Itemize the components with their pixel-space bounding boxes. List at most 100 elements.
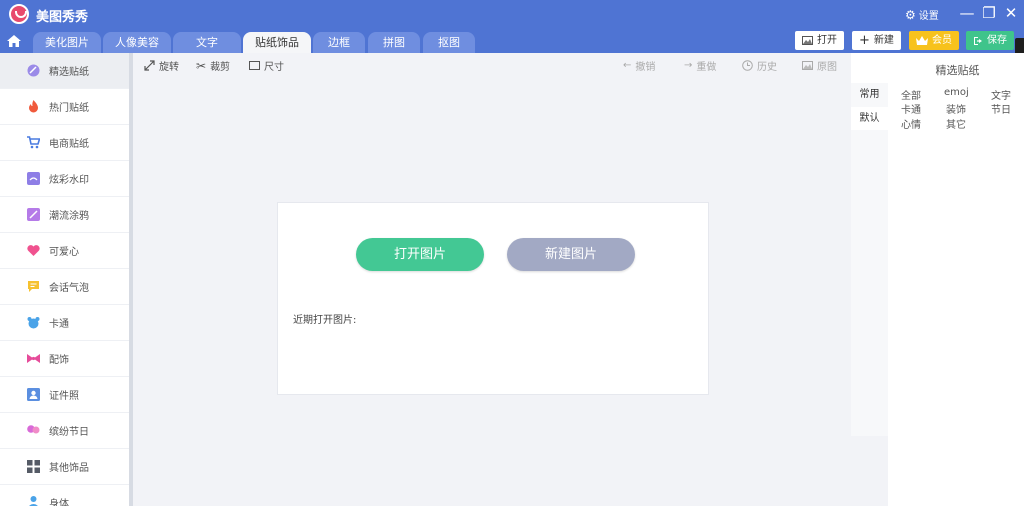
- redo-label: 重做: [696, 62, 717, 73]
- vip-label: 会员: [932, 35, 952, 46]
- plus-icon: +: [859, 33, 870, 48]
- app-logo-icon: [9, 4, 29, 24]
- sidebar-item-label: 配饰: [49, 355, 69, 366]
- history-label: 历史: [757, 62, 777, 73]
- undo-button[interactable]: ← 撤销: [623, 58, 655, 73]
- sidebar-item-graffiti[interactable]: 潮流涂鸦: [0, 197, 129, 233]
- clock-icon: [742, 60, 753, 71]
- vip-button[interactable]: 会员: [909, 31, 959, 50]
- arrow-left-icon: ←: [623, 60, 632, 71]
- sidebar-item-watermark[interactable]: 炫彩水印: [0, 161, 129, 197]
- resize-icon: [249, 61, 260, 70]
- right-panel-header: 精选贴纸: [851, 53, 1024, 83]
- new-label: 新建: [873, 35, 894, 46]
- sidebar-item-featured[interactable]: 精选贴纸: [0, 53, 129, 89]
- sidebar-item-label: 热门贴纸: [49, 103, 89, 114]
- size-button[interactable]: 尺寸: [249, 58, 284, 73]
- sidebar-item-label: 卡通: [49, 319, 69, 330]
- sidebar-item-label: 缤纷节日: [49, 427, 89, 438]
- sticker-category-sidebar: 精选贴纸 热门贴纸 电商贴纸 炫彩水印 潮流涂鸦 可爱心 会话气泡 卡通 配饰 …: [0, 53, 129, 506]
- tab-default[interactable]: 默认: [851, 107, 888, 130]
- brush-icon: [27, 208, 40, 221]
- tab-common[interactable]: 常用: [851, 83, 888, 106]
- sidebar-item-label: 身体: [49, 499, 69, 506]
- image-icon: [802, 61, 813, 70]
- heart-icon: [27, 245, 40, 256]
- settings-button[interactable]: ⚙ 设置: [905, 7, 939, 23]
- minimize-button[interactable]: —: [958, 3, 976, 23]
- tab-collage[interactable]: 拼图: [368, 32, 420, 53]
- crown-icon: [916, 36, 928, 45]
- tab-portrait[interactable]: 人像美容: [103, 32, 171, 53]
- original-label: 原图: [817, 62, 837, 73]
- start-card: 打开图片 新建图片 近期打开图片:: [277, 202, 709, 395]
- open-button[interactable]: 打开: [795, 31, 844, 50]
- sidebar-item-label: 证件照: [49, 391, 79, 402]
- category-emoji[interactable]: emoj: [944, 87, 969, 98]
- sidebar-item-cartoon[interactable]: 卡通: [0, 305, 129, 341]
- sidebar-item-hot[interactable]: 热门贴纸: [0, 89, 129, 125]
- edit-toolbar: 旋转 ✂ 裁剪 尺寸 ← 撤销 → 重做 历史 原图: [133, 53, 851, 75]
- sidebar-item-label: 电商贴纸: [49, 139, 89, 150]
- sidebar-item-body[interactable]: 身体: [0, 485, 129, 506]
- new-image-button[interactable]: 新建图片: [507, 238, 635, 271]
- balloon-icon: [27, 425, 40, 434]
- sidebar-item-label: 精选贴纸: [49, 67, 89, 78]
- bear-icon: [27, 317, 40, 329]
- title-bar: 美图秀秀 ⚙ 设置 — ❐ ✕: [0, 0, 1024, 28]
- category-all[interactable]: 全部: [901, 87, 921, 102]
- sidebar-item-heart[interactable]: 可爱心: [0, 233, 129, 269]
- watermark-icon: [27, 172, 40, 185]
- image-icon: [802, 36, 813, 45]
- person-icon: [29, 496, 38, 506]
- history-button[interactable]: 历史: [742, 58, 777, 73]
- sidebar-item-speech-bubble[interactable]: 会话气泡: [0, 269, 129, 305]
- speech-bubble-icon: [28, 281, 39, 292]
- save-label: 保存: [987, 35, 1007, 46]
- cart-icon: [27, 136, 40, 149]
- tab-text[interactable]: 文字: [173, 32, 241, 53]
- settings-label: 设置: [918, 11, 939, 22]
- tab-frames[interactable]: 边框: [313, 32, 365, 53]
- rotate-label: 旋转: [159, 62, 179, 73]
- arrow-right-icon: →: [684, 60, 693, 71]
- main-tab-bar: 美化图片 人像美容 文字 贴纸饰品 边框 拼图 抠图 打开 + 新建 会员 保存: [0, 28, 1024, 53]
- open-image-button[interactable]: 打开图片: [356, 238, 484, 271]
- category-festival[interactable]: 节日: [991, 101, 1011, 116]
- sidebar-item-label: 其他饰品: [49, 463, 89, 474]
- crop-button[interactable]: ✂ 裁剪: [196, 58, 230, 74]
- close-button[interactable]: ✕: [1002, 3, 1020, 23]
- category-mood[interactable]: 心情: [901, 116, 921, 131]
- size-label: 尺寸: [264, 62, 284, 73]
- rotate-button[interactable]: 旋转: [144, 58, 179, 73]
- sidebar-item-ecommerce[interactable]: 电商贴纸: [0, 125, 129, 161]
- restore-button[interactable]: ❐: [980, 3, 998, 23]
- redo-button[interactable]: → 重做: [684, 58, 716, 73]
- bow-icon: [27, 354, 40, 363]
- save-button[interactable]: 保存: [966, 31, 1014, 50]
- gear-icon: ⚙: [905, 7, 916, 22]
- home-icon[interactable]: [6, 33, 22, 49]
- export-icon: [974, 36, 982, 45]
- sticker-icon: [27, 64, 40, 77]
- sidebar-item-label: 潮流涂鸦: [49, 211, 89, 222]
- tab-beautify[interactable]: 美化图片: [33, 32, 101, 53]
- sidebar-item-festival[interactable]: 缤纷节日: [0, 413, 129, 449]
- sidebar-item-label: 会话气泡: [49, 283, 89, 294]
- original-button[interactable]: 原图: [802, 58, 837, 73]
- new-button[interactable]: + 新建: [852, 31, 901, 50]
- sidebar-item-label: 炫彩水印: [49, 175, 89, 186]
- tab-cutout[interactable]: 抠图: [423, 32, 475, 53]
- category-text[interactable]: 文字: [991, 87, 1011, 102]
- sidebar-item-id-photo[interactable]: 证件照: [0, 377, 129, 413]
- category-other[interactable]: 其它: [946, 116, 966, 131]
- sidebar-item-accessories[interactable]: 配饰: [0, 341, 129, 377]
- open-label: 打开: [817, 35, 837, 46]
- tab-stickers[interactable]: 贴纸饰品: [243, 32, 311, 53]
- sidebar-item-label: 可爱心: [49, 247, 79, 258]
- undo-label: 撤销: [635, 62, 656, 73]
- sidebar-item-other[interactable]: 其他饰品: [0, 449, 129, 485]
- recent-images-label: 近期打开图片:: [293, 315, 357, 326]
- category-cartoon[interactable]: 卡通: [901, 101, 921, 116]
- category-decor[interactable]: 装饰: [946, 101, 966, 116]
